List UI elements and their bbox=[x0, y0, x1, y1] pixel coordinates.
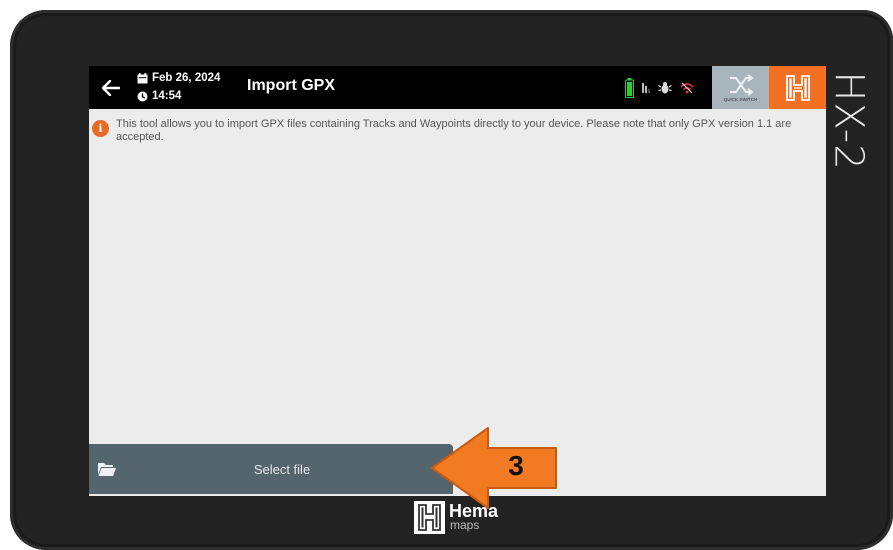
select-file-label: Select file bbox=[253, 461, 311, 477]
clock-icon bbox=[137, 91, 148, 101]
shuffle-icon bbox=[729, 73, 754, 96]
date-time: Feb 26, 2024 14:54 bbox=[137, 69, 220, 105]
arrow-left-icon bbox=[102, 80, 120, 96]
select-file-button[interactable]: Select file bbox=[89, 444, 453, 494]
hema-logo-icon bbox=[785, 74, 810, 101]
logo-sub: maps bbox=[450, 518, 480, 532]
info-message: i This tool allows you to import GPX fil… bbox=[89, 117, 826, 147]
info-text: This tool allows you to import GPX files… bbox=[116, 118, 792, 143]
page-title: Import GPX bbox=[247, 77, 336, 94]
wifi-icon bbox=[680, 82, 694, 93]
hema-mark-icon bbox=[414, 501, 445, 534]
date-text: Feb 26, 2024 bbox=[152, 72, 221, 84]
calendar-icon bbox=[137, 72, 148, 83]
hema-maps-logo: Hema maps bbox=[412, 498, 504, 538]
status-icons: s bbox=[619, 66, 712, 109]
signal-icon: s bbox=[642, 82, 651, 95]
top-bar: Feb 26, 2024 14:54 Import GPX s QUICK SW… bbox=[89, 66, 826, 109]
battery-icon bbox=[625, 77, 634, 98]
info-icon: i bbox=[92, 120, 109, 137]
device-brand-label: HX-2 bbox=[826, 71, 872, 171]
bug-icon bbox=[658, 81, 672, 93]
quick-switch-label: QUICK SWITCH bbox=[723, 96, 758, 102]
svg-text:s: s bbox=[648, 89, 651, 95]
time-text: 14:54 bbox=[152, 90, 182, 102]
hema-menu-button[interactable] bbox=[769, 66, 826, 109]
step-number: 3 bbox=[508, 450, 524, 481]
back-button[interactable] bbox=[97, 74, 125, 102]
quick-switch-button[interactable]: QUICK SWITCH bbox=[712, 66, 769, 109]
